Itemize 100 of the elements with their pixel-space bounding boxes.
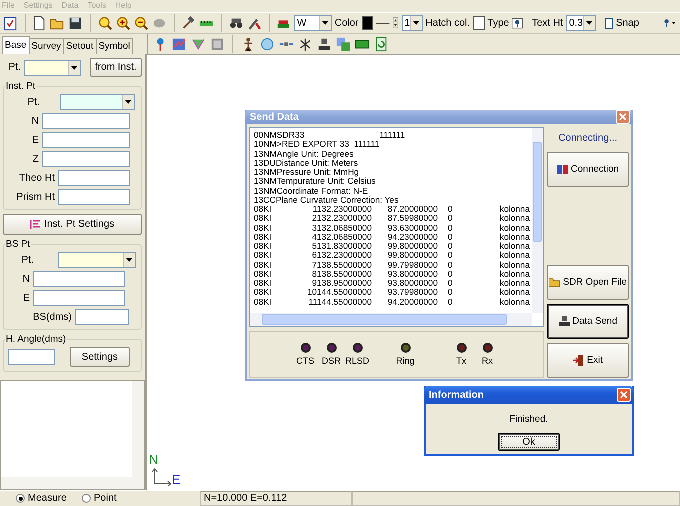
log-cell-text: 87.20000000: [386, 205, 438, 214]
log-line: 00NMSDR33: [254, 131, 305, 140]
line-width-dropdown[interactable]: 1: [402, 15, 423, 31]
tab[interactable]: Base: [2, 36, 30, 54]
color-label: Color: [334, 18, 359, 28]
log-cell-text: 7138.55000000: [311, 260, 372, 270]
field-label: BS(dms): [32, 312, 72, 323]
field-label: Theo Ht: [18, 172, 55, 184]
log-cell-text: 08KI: [254, 279, 273, 288]
inst-pt-settings-button[interactable]: Inst. Pt Settings: [3, 214, 142, 236]
north-label: N: [149, 452, 158, 467]
field-label: Pt.: [26, 96, 40, 108]
snap-label: Snap: [616, 18, 640, 28]
log-line: 13NMCoordinate Format: N-E: [254, 186, 368, 196]
log-cell-text: 08KI: [254, 205, 273, 214]
log-cell-text: 08KI: [254, 232, 273, 242]
log-cell-text: 10144.55000000: [306, 288, 372, 298]
log-cell-text: 08KI: [254, 260, 273, 270]
log-cell-text: 93.80000000: [386, 270, 438, 279]
log-cell-text: 3132.06850000: [311, 224, 372, 233]
dialog-button[interactable]: SDR Open File: [547, 265, 629, 300]
from-inst-button[interactable]: from Inst.: [90, 58, 142, 77]
tab[interactable]: Setout: [64, 38, 97, 54]
log-cell-text: 99.80000000: [386, 251, 438, 260]
log-cell-text: 0: [447, 279, 454, 288]
log-cell-text: 11144.55000000: [308, 298, 372, 307]
log-cell-text: kolonna: [498, 251, 530, 260]
dialog-button[interactable]: Exit: [547, 343, 629, 378]
log-cell-text: kolonna: [498, 242, 530, 252]
log-cell-text: 0: [447, 260, 454, 270]
dialog-button[interactable]: Data Send: [547, 304, 629, 339]
log-cell-text: kolonna: [498, 224, 530, 233]
log-cell-text: 0: [447, 232, 454, 242]
log-cell-text: 0: [447, 270, 454, 279]
log-cell-text: 93.63000000: [386, 224, 438, 233]
tab[interactable]: Symbol: [96, 38, 134, 54]
log-line: 13NMTempurature Unit: Celsius: [254, 177, 376, 186]
field-label: Pt.: [8, 62, 21, 73]
field-label: N: [22, 274, 30, 285]
log-cell-text: kolonna: [498, 260, 530, 270]
log-cell-text: 4132.06850000: [311, 232, 372, 242]
text-height-dropdown[interactable]: 0.3: [566, 15, 596, 31]
log-cell-text: kolonna: [498, 214, 530, 224]
log-line: 13NMAngle Unit: Degrees: [254, 150, 354, 159]
log-cell-text: 08KI: [254, 288, 273, 298]
log-cell-text: 99.80000000: [386, 242, 438, 252]
log-line: 13DUDistance Unit: Meters: [254, 158, 358, 168]
log-cell-text: 8138.55000000: [311, 270, 372, 279]
layer-dropdown[interactable]: W: [294, 15, 332, 31]
coordinates-pane: N=10.000 E=0.112: [200, 491, 352, 506]
log-cell-text: kolonna: [498, 232, 530, 242]
field-label: E: [22, 292, 30, 304]
radio-label: Measure: [28, 493, 67, 504]
log-cell-text: 0: [447, 288, 454, 298]
signal-label: CTS: [296, 356, 315, 366]
log-cell-text: 08KI: [254, 224, 273, 233]
log-cell-text: kolonna: [498, 298, 530, 307]
log-cell-text: 0: [447, 224, 454, 233]
field-label: N: [30, 116, 39, 126]
group-title: Inst. Pt: [5, 81, 37, 92]
log-cell-text: 93.79980000: [386, 288, 438, 298]
log-line: 13CCPlane Curvature Correction: Yes: [254, 196, 399, 205]
log-line: 10NM>RED EXPORT 33 111111: [254, 140, 380, 150]
signal-label: Rx: [482, 356, 494, 366]
log-cell-text: kolonna: [498, 279, 530, 288]
log-cell-text: 0: [447, 251, 454, 260]
type-label: Type: [488, 18, 510, 28]
field-label: Z: [32, 154, 39, 164]
settings-button[interactable]: Settings: [70, 347, 130, 368]
signal-label: Ring: [396, 356, 415, 366]
radio-label: Point: [94, 493, 117, 504]
signal-label: Tx: [456, 356, 467, 366]
log-cell-text: 08KI: [254, 298, 273, 307]
dialog-button[interactable]: Connection: [547, 152, 629, 187]
dialog-title: Send Data: [250, 112, 299, 122]
log-cell-text: kolonna: [498, 205, 530, 214]
log-cell-text: 0: [447, 205, 454, 214]
log-cell-text: 0: [447, 214, 454, 224]
log-cell-text: 94.20000000: [386, 298, 438, 307]
hatch-color-label: Hatch col.: [426, 18, 470, 28]
log-cell-text: 0: [447, 242, 454, 252]
log-cell-text: 93.80000000: [386, 279, 438, 288]
log-cell-text: kolonna: [498, 288, 530, 298]
connection-status: Connecting...: [558, 133, 618, 144]
ok-button[interactable]: Ok: [498, 433, 560, 451]
log-cell-text: 08KI: [254, 242, 273, 252]
log-line: 13NMPressure Unit: MmHg: [254, 168, 360, 178]
log-cell-text: 94.23000000: [386, 232, 438, 242]
log-cell-text: 1132.23000000: [312, 205, 372, 214]
info-message: Finished.: [510, 414, 548, 425]
field-label: E: [31, 134, 39, 146]
east-label: E: [172, 472, 181, 487]
log-cell-text: 08KI: [254, 270, 273, 279]
signal-label: RLSD: [346, 356, 370, 366]
log-cell-text: 08KI: [254, 214, 273, 224]
log-cell-text: kolonna: [498, 270, 530, 279]
log-line: 111111: [380, 131, 406, 140]
log-cell-text: 2132.23000000: [311, 214, 372, 224]
log-cell-text: 6132.23000000: [311, 251, 372, 260]
tab[interactable]: Survey: [30, 38, 64, 54]
